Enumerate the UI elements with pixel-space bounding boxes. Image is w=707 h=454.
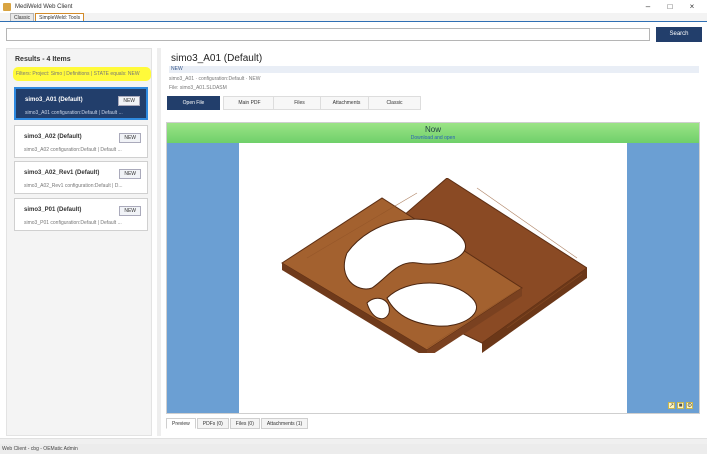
result-title: simo3_A02 (Default) [24, 134, 82, 140]
model-viewer[interactable]: Now Download and open ↗ ■ ⚙ [166, 122, 700, 414]
result-subtitle: simo3_A02 configuration:Default | Defaul… [24, 147, 122, 153]
window-title: MediWeld Web Client [15, 3, 73, 10]
state-strip: NEW [169, 66, 699, 73]
main-pdf-button[interactable]: Main PDF [223, 96, 276, 110]
results-title: Results - 4 Items [15, 56, 71, 63]
result-title: simo3_A02_Rev1 (Default) [24, 170, 100, 176]
save-icon[interactable]: ■ [677, 402, 684, 409]
settings-icon[interactable]: ⚙ [686, 402, 693, 409]
attachments-button[interactable]: Attachments [320, 96, 373, 110]
maximize-button[interactable]: □ [659, 2, 681, 11]
panel-splitter[interactable] [157, 48, 161, 436]
filter-summary[interactable]: Filters: Project: Simo | Definitions | S… [13, 67, 151, 81]
close-button[interactable]: × [681, 2, 703, 11]
open-file-button[interactable]: Open File [167, 96, 220, 110]
result-title: simo3_P01 (Default) [24, 207, 82, 213]
document-meta: simo3_A01 · configuration:Default · NEW [169, 76, 261, 82]
tab-classic[interactable]: Classic [10, 13, 35, 21]
tab-files[interactable]: Files (0) [229, 418, 260, 429]
expand-icon[interactable]: ↗ [668, 402, 675, 409]
viewer-side-right [627, 123, 699, 413]
status-bar: Web Client - cbg - OEMatic Admin [0, 444, 707, 454]
search-button[interactable]: Search [656, 27, 702, 42]
status-badge: NEW [118, 96, 140, 106]
tab-attachments[interactable]: Attachments (1) [260, 418, 309, 429]
result-subtitle: simo3_P01 configuration:Default | Defaul… [24, 220, 122, 226]
result-title: simo3_A01 (Default) [25, 97, 83, 103]
viewer-status-text: Now [424, 125, 441, 134]
search-input[interactable] [6, 28, 650, 41]
results-panel: Results - 4 Items Filters: Project: Simo… [6, 48, 152, 436]
status-text: Web Client - cbg - OEMatic Admin [2, 446, 78, 452]
result-card[interactable]: simo3_P01 (Default) NEW simo3_P01 config… [14, 198, 148, 231]
status-badge: NEW [119, 169, 141, 179]
classic-button[interactable]: Classic [368, 96, 421, 110]
detail-bottom-tabs: Preview PDFs (0) Files (0) Attachments (… [166, 418, 309, 429]
file-name: File: simo3_A01.SLDASM [169, 85, 227, 91]
tab-simpleweld-tools[interactable]: SimpleWeld: Tools [35, 13, 85, 21]
app-tabs: Classic SimpleWeld: Tools [0, 13, 707, 22]
status-badge: NEW [119, 206, 141, 216]
viewer-status-bar: Now Download and open [167, 123, 699, 143]
viewer-tools: ↗ ■ ⚙ [668, 402, 693, 409]
result-subtitle: simo3_A01 configuration:Default | Defaul… [25, 110, 123, 116]
result-card[interactable]: simo3_A01 (Default) NEW simo3_A01 config… [14, 87, 148, 120]
files-button[interactable]: Files [273, 96, 326, 110]
result-subtitle: simo3_A02_Rev1 configuration:Default | D… [24, 183, 123, 189]
result-card[interactable]: simo3_A02 (Default) NEW simo3_A02 config… [14, 125, 148, 158]
window-titlebar: MediWeld Web Client – □ × [0, 0, 707, 13]
tab-pdfs[interactable]: PDFs (0) [196, 418, 229, 429]
minimize-button[interactable]: – [637, 2, 659, 11]
download-open-link[interactable]: Download and open [167, 135, 699, 141]
wood-model-render [281, 178, 587, 353]
tab-preview[interactable]: Preview [166, 418, 196, 429]
viewer-side-left [167, 123, 239, 413]
status-badge: NEW [119, 133, 141, 143]
result-card[interactable]: simo3_A02_Rev1 (Default) NEW simo3_A02_R… [14, 161, 148, 194]
window-controls: – □ × [637, 0, 703, 13]
detail-panel: simo3_A01 (Default) NEW simo3_A01 · conf… [163, 48, 703, 438]
page-title: simo3_A01 (Default) [171, 53, 263, 64]
app-logo-icon [3, 2, 11, 11]
